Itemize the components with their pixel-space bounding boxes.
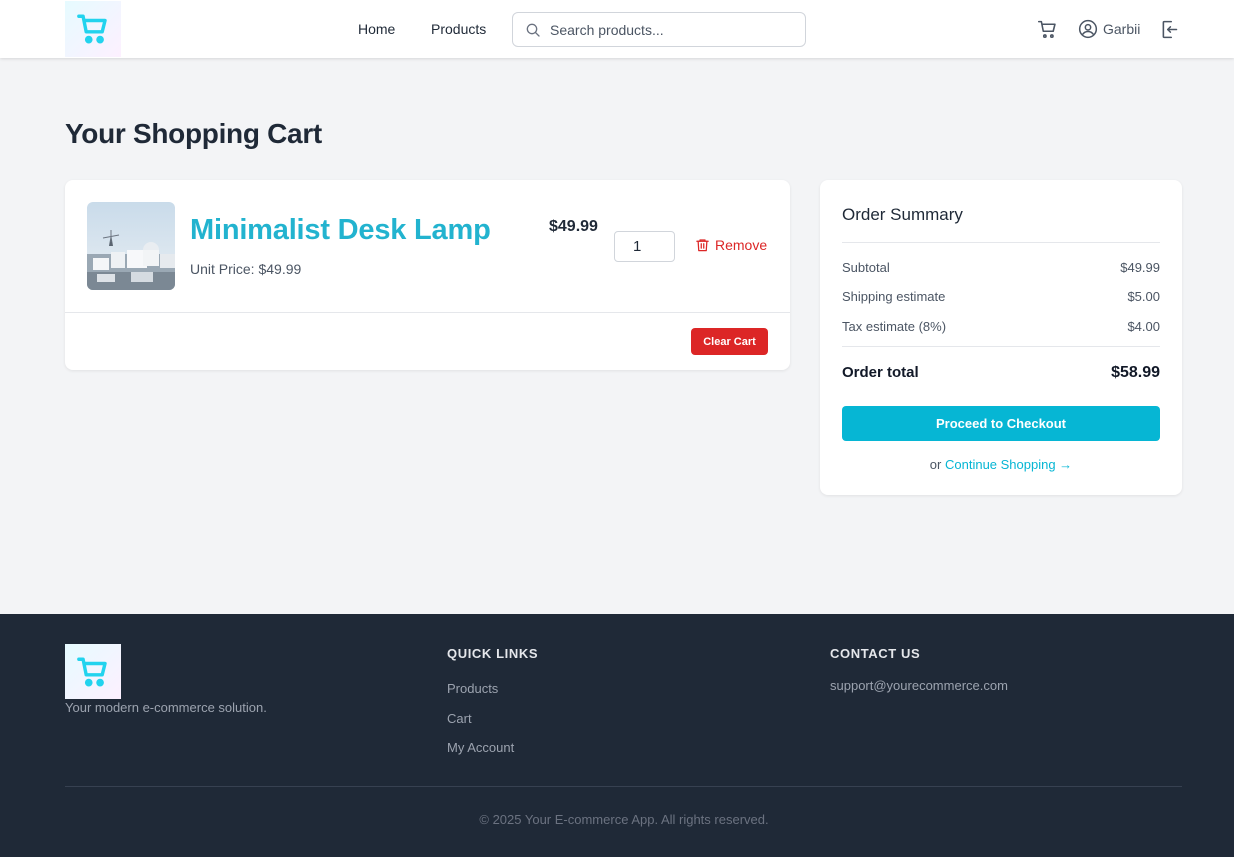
cart-item-unit-price: Unit Price: $49.99 [190,261,302,277]
order-total-value: $58.99 [1111,364,1160,381]
shipping-row: Shipping estimate $5.00 [842,289,1160,304]
contact-us-heading: CONTACT US [830,646,921,661]
site-footer: Your modern e-commerce solution. QUICK L… [0,614,1234,857]
continue-shopping-link[interactable]: Continue Shopping → [945,457,1072,472]
page-title: Your Shopping Cart [65,118,322,149]
quantity-input[interactable] [614,231,675,262]
logout-icon[interactable] [1159,19,1180,45]
search-box [512,12,806,47]
subtotal-label: Subtotal [842,260,890,275]
order-summary-card: Order Summary Subtotal $49.99 Shipping e… [820,180,1182,495]
cart-items-card: Minimalist Desk Lamp Unit Price: $49.99 … [65,180,790,370]
subtotal-value: $49.99 [1120,260,1160,275]
card-divider [65,312,790,313]
order-total-row: Order total $58.99 [842,364,1160,382]
shipping-label: Shipping estimate [842,289,946,304]
trash-icon [696,239,709,252]
shopping-cart-logo-icon [77,657,107,686]
or-text: or [929,457,942,472]
shopping-cart-logo-icon [77,14,107,44]
support-email[interactable]: support@yourecommerce.com [830,678,1008,693]
continue-shopping-line: or Continue Shopping → [820,457,1182,472]
footer-divider [65,786,1182,787]
product-thumbnail[interactable] [87,202,175,290]
product-image [87,202,175,290]
quick-links-heading: QUICK LINKS [447,646,539,661]
search-icon [526,23,540,37]
footer-logo[interactable] [65,644,121,699]
footer-tagline: Your modern e-commerce solution. [65,700,267,715]
remove-item-button[interactable]: Remove [695,237,767,253]
tax-label: Tax estimate (8%) [842,319,947,334]
search-input[interactable] [550,13,800,46]
brand-logo[interactable] [65,1,121,57]
user-circle-icon [1078,19,1098,39]
copyright-text: © 2025 Your E-commerce App. All rights r… [479,812,769,827]
shipping-value: $5.00 [1127,289,1160,304]
proceed-to-checkout-button[interactable]: Proceed to Checkout [842,406,1160,441]
user-name: Garbii [1103,21,1141,37]
clear-cart-button[interactable]: Clear Cart [691,328,768,355]
tax-row: Tax estimate (8%) $4.00 [842,319,1160,334]
tax-value: $4.00 [1127,319,1160,334]
nav-home-link[interactable]: Home [358,21,395,37]
cart-item-price: $49.99 [549,218,598,235]
footer-link-products[interactable]: Products [447,681,498,696]
cart-item-name[interactable]: Minimalist Desk Lamp [190,214,491,247]
remove-label: Remove [715,237,768,253]
footer-link-cart[interactable]: Cart [447,711,472,726]
summary-divider [842,346,1160,347]
top-navbar: Home Products Garbii [0,0,1234,58]
order-summary-title: Order Summary [842,205,963,224]
nav-products-link[interactable]: Products [431,21,486,37]
user-menu[interactable]: Garbii [1078,19,1140,39]
subtotal-row: Subtotal $49.99 [842,260,1160,275]
order-total-label: Order total [842,364,919,381]
cart-icon[interactable] [1037,19,1058,45]
footer-link-my-account[interactable]: My Account [447,740,514,755]
summary-divider [842,242,1160,243]
